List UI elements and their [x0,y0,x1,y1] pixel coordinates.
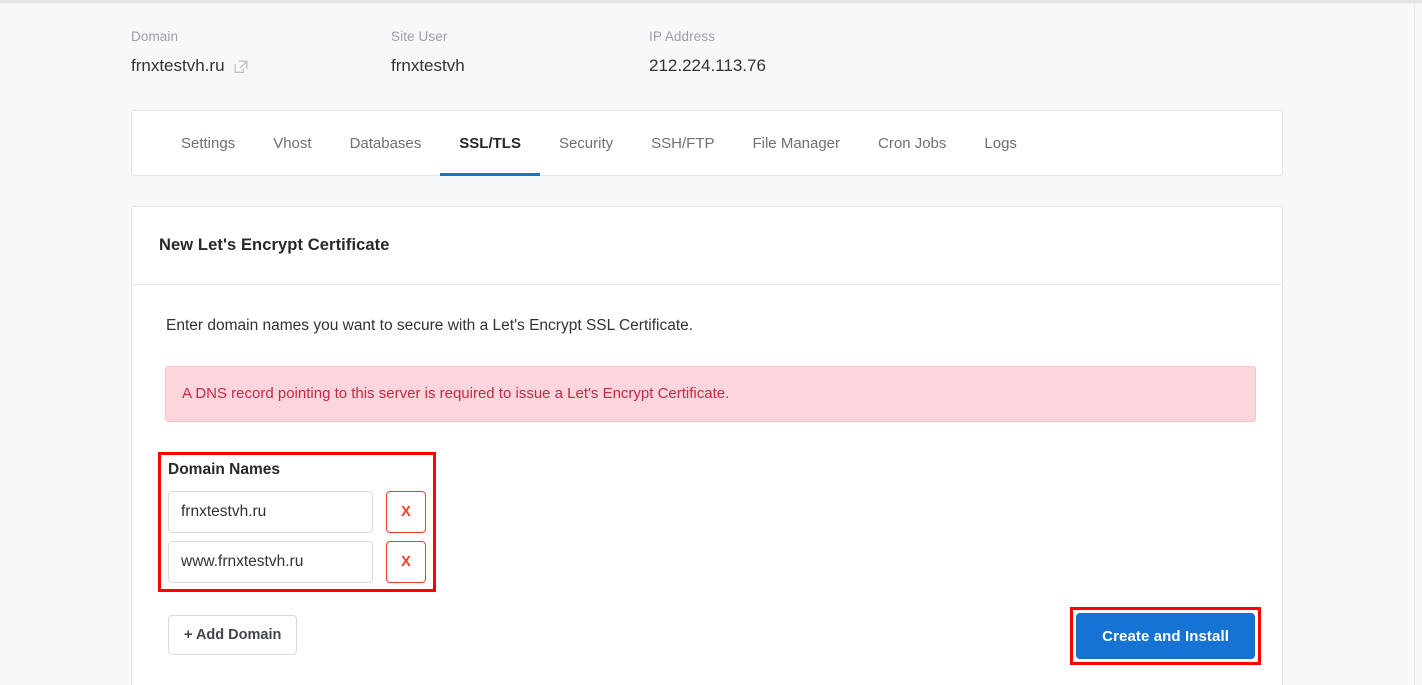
add-domain-button[interactable]: + Add Domain [168,615,298,655]
domain-row: X [168,541,436,583]
summary-value-site-user: frnxtestvh [391,56,465,75]
tab-ssl-tls[interactable]: SSL/TLS [440,111,540,176]
site-summary-header: Domain frnxtestvh.ru Site User frnxtestv… [131,28,1283,90]
tab-security[interactable]: Security [540,111,632,175]
tab-settings[interactable]: Settings [162,111,254,175]
card-header: New Let's Encrypt Certificate [132,207,1282,285]
tab-logs[interactable]: Logs [965,111,1036,175]
submit-area: Create and Install [1070,607,1261,665]
summary-label-ip-address: IP Address [649,29,716,44]
domain-input-1[interactable] [168,491,373,533]
summary-value-domain: frnxtestvh.ru [131,55,391,77]
intro-text: Enter domain names you want to secure wi… [166,317,694,334]
tab-databases[interactable]: Databases [331,111,441,175]
page-root: Domain frnxtestvh.ru Site User frnxtestv… [0,0,1422,685]
summary-field-ip-address: IP Address 212.224.113.76 [649,28,949,90]
summary-value-ip-address: 212.224.113.76 [649,56,766,75]
tab-file-manager[interactable]: File Manager [733,111,859,175]
summary-field-domain: Domain frnxtestvh.ru [131,28,391,90]
dns-warning-text: A DNS record pointing to this server is … [182,385,730,402]
dns-warning-alert: A DNS record pointing to this server is … [165,366,1256,422]
domain-names-group: Domain Names X X [158,452,436,595]
window-top-edge-inner [0,3,1422,4]
summary-value-domain-text: frnxtestvh.ru [131,56,225,75]
remove-domain-button-2[interactable]: X [386,541,426,583]
new-certificate-card: New Let's Encrypt Certificate Enter doma… [131,206,1283,685]
domain-input-2[interactable] [168,541,373,583]
create-and-install-button[interactable]: Create and Install [1076,613,1255,659]
tab-bar-card: Settings Vhost Databases SSL/TLS Securit… [131,110,1283,176]
tab-ssh-ftp[interactable]: SSH/FTP [632,111,733,175]
domain-row: X [168,491,436,533]
tab-cron-jobs[interactable]: Cron Jobs [859,111,965,175]
domain-names-label: Domain Names [168,461,280,478]
page-title: New Let's Encrypt Certificate [159,236,390,254]
summary-label-site-user: Site User [391,29,448,44]
page-scrollbar[interactable] [1414,4,1422,685]
card-body: Enter domain names you want to secure wi… [132,285,1282,655]
tab-bar: Settings Vhost Databases SSL/TLS Securit… [132,111,1282,176]
external-link-icon[interactable] [234,60,248,74]
summary-label-domain: Domain [131,29,179,44]
remove-domain-button-1[interactable]: X [386,491,426,533]
tab-vhost[interactable]: Vhost [254,111,330,175]
summary-field-site-user: Site User frnxtestvh [391,28,649,90]
